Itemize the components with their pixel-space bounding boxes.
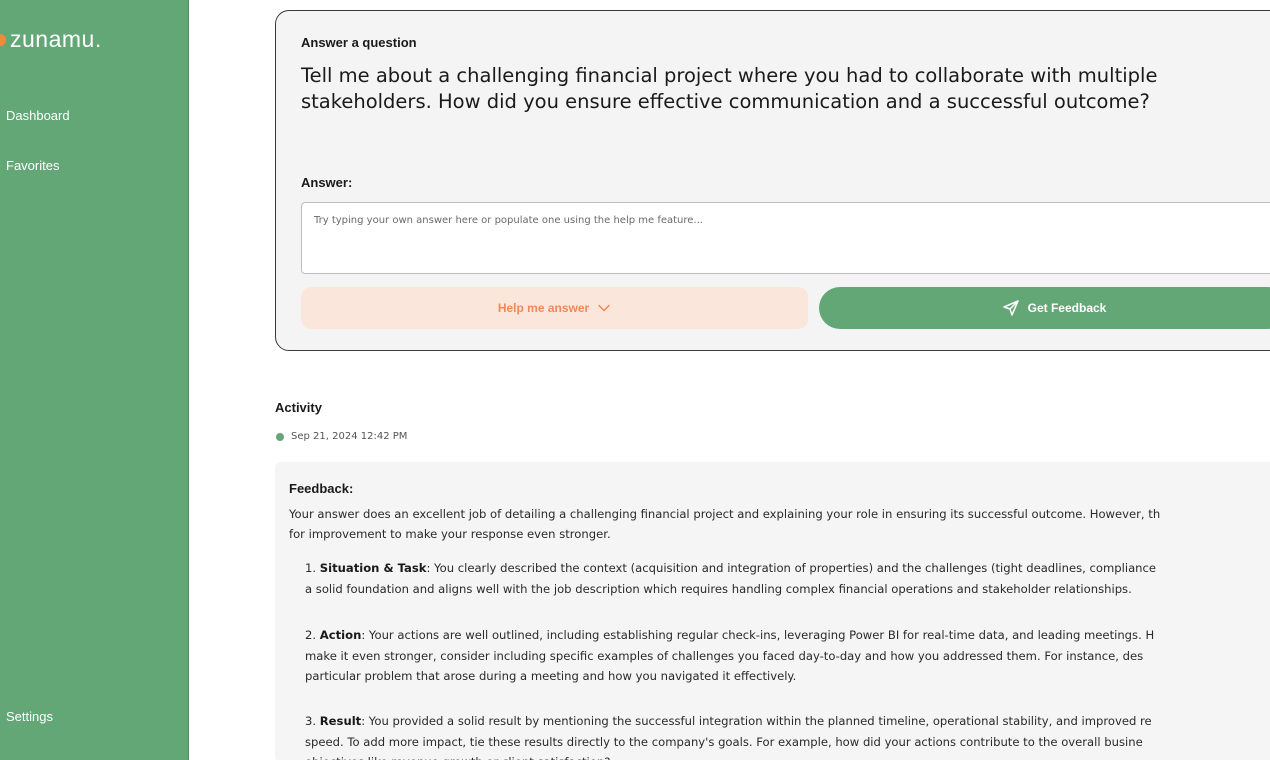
answer-placeholder: Try typing your own answer here or popul… bbox=[314, 215, 703, 226]
answer-input[interactable]: Try typing your own answer here or popul… bbox=[301, 202, 1270, 274]
feedback-item-text: speed. To add more impact, tie these res… bbox=[305, 734, 1143, 749]
feedback-item-text: : You clearly described the context (acq… bbox=[426, 561, 1157, 575]
status-dot-icon bbox=[276, 432, 284, 441]
question-label: Answer a question bbox=[301, 35, 417, 50]
help-me-answer-button[interactable]: Help me answer bbox=[301, 287, 808, 329]
feedback-item-heading: Situation & Task bbox=[319, 561, 427, 575]
feedback-intro-line: for improvement to make your response ev… bbox=[289, 527, 611, 541]
feedback-item-text: : You provided a solid result by mention… bbox=[361, 714, 1152, 728]
feedback-item-text: objectives like revenue growth or client… bbox=[305, 752, 1270, 760]
sidebar-item-settings[interactable]: Settings bbox=[6, 709, 53, 724]
feedback-item-text: : Your actions are well outlined, includ… bbox=[361, 628, 1155, 642]
sidebar-item-dashboard[interactable]: Dashboard bbox=[6, 108, 70, 123]
get-feedback-button[interactable]: Get Feedback bbox=[819, 287, 1270, 329]
activity-title: Activity bbox=[275, 400, 322, 415]
logo-mark-icon bbox=[0, 33, 6, 46]
sidebar: zunamu. Dashboard Favorites Settings bbox=[0, 0, 189, 760]
feedback-item-number: 3. bbox=[305, 714, 317, 728]
feedback-item-number: 2. bbox=[305, 628, 317, 642]
feedback-item-text: a solid foundation and aligns well with … bbox=[305, 581, 1132, 596]
send-icon bbox=[1002, 300, 1019, 316]
answer-label: Answer: bbox=[301, 175, 353, 190]
feedback-intro: Your answer does an excellent job of det… bbox=[289, 504, 1270, 544]
logo-text: zunamu. bbox=[10, 26, 102, 52]
activity-entry-header: Sep 21, 2024 12:42 PM bbox=[276, 431, 407, 442]
feedback-item-number: 1. bbox=[305, 561, 317, 575]
feedback-item-result: 3. Result: You provided a solid result b… bbox=[305, 711, 1270, 760]
activity-timestamp: Sep 21, 2024 12:42 PM bbox=[291, 431, 408, 442]
sidebar-item-favorites[interactable]: Favorites bbox=[6, 158, 59, 173]
feedback-item-situation: 1. Situation & Task: You clearly describ… bbox=[305, 558, 1270, 599]
feedback-item-heading: Action bbox=[319, 628, 362, 642]
feedback-panel: Feedback: Your answer does an excellent … bbox=[275, 462, 1270, 760]
logo[interactable]: zunamu. bbox=[0, 26, 102, 53]
get-feedback-label: Get Feedback bbox=[1027, 301, 1107, 315]
question-text: Tell me about a challenging financial pr… bbox=[301, 64, 1158, 113]
question-card: Answer a question Tell me about a challe… bbox=[275, 10, 1270, 351]
feedback-item-text: make it even stronger, consider includin… bbox=[305, 648, 1144, 663]
help-me-answer-label: Help me answer bbox=[497, 301, 590, 315]
feedback-intro-line: Your answer does an excellent job of det… bbox=[289, 507, 1161, 521]
feedback-title: Feedback: bbox=[289, 481, 354, 496]
chevron-down-icon bbox=[598, 304, 610, 312]
feedback-item-heading: Result bbox=[319, 714, 362, 728]
feedback-item-text: particular problem that arose during a m… bbox=[305, 669, 797, 683]
feedback-item-action: 2. Action: Your actions are well outline… bbox=[305, 625, 1270, 687]
